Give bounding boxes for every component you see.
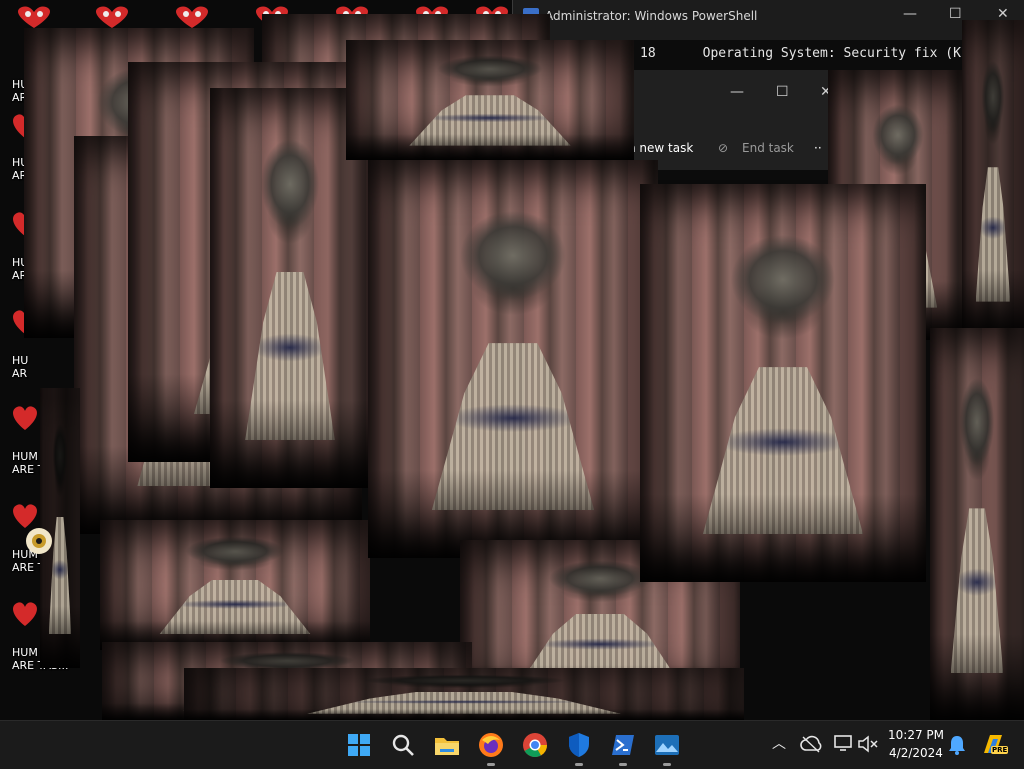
end-task-button[interactable]: End task	[742, 141, 794, 155]
clock[interactable]: 10:27 PM 4/2/2024	[880, 726, 952, 762]
search-button[interactable]	[388, 730, 418, 760]
minimize-button[interactable]: —	[730, 84, 744, 100]
chrome-icon	[523, 733, 547, 758]
powershell-icon	[612, 735, 634, 755]
file-explorer-button[interactable]	[432, 730, 462, 760]
horror-image-tile	[640, 184, 926, 582]
clock-time: 10:27 PM	[888, 728, 944, 742]
heart-icon	[13, 602, 37, 626]
minimize-button[interactable]: —	[903, 6, 917, 22]
windows-security-icon	[569, 733, 589, 757]
heart-icon	[96, 6, 128, 28]
notification-bell-icon[interactable]	[948, 735, 966, 755]
maximize-button[interactable]: ☐	[949, 6, 962, 22]
volume-muted-icon[interactable]	[858, 735, 878, 753]
heart-icon	[13, 406, 37, 430]
horror-image-tile	[346, 40, 634, 160]
taskbar: ︿ 10:27 PM 4/2/2024 PRE	[0, 720, 1024, 769]
console-output-line: 18 Operating System: Security fix (K	[640, 46, 961, 61]
windows-start-icon	[348, 734, 370, 756]
search-icon	[392, 734, 414, 756]
powershell-taskbar-button[interactable]	[608, 730, 638, 766]
heart-icon	[18, 6, 50, 28]
photos-icon	[655, 735, 679, 755]
clock-date: 4/2/2024	[889, 746, 943, 760]
windows-start-button[interactable]	[344, 730, 374, 760]
firefox-button[interactable]	[476, 730, 506, 766]
horror-image-tile	[930, 328, 1024, 720]
horror-image-tile	[100, 520, 370, 650]
file-explorer-icon	[435, 738, 459, 755]
desktop: HU AR HU AR HU AR HU AR HUM ARE T HUM ARE T HU…	[0, 0, 1024, 720]
eye-icon	[26, 528, 52, 554]
copilot-button[interactable]: PRE	[980, 731, 1009, 757]
horror-image-tile	[962, 20, 1024, 340]
heart-icon	[176, 6, 208, 28]
photos-button[interactable]	[652, 730, 682, 766]
end-task-icon: ⊘	[718, 141, 729, 155]
more-options-button[interactable]: ··	[814, 141, 822, 155]
chrome-button[interactable]	[520, 730, 550, 760]
network-icon[interactable]	[834, 735, 854, 753]
run-new-task-button[interactable]: n new task	[628, 141, 693, 155]
powershell-window[interactable]: Administrator: Windows PowerShell — ☐ ✕	[512, 0, 1024, 40]
horror-image-tile	[184, 668, 744, 720]
weather-cloud-icon[interactable]	[800, 735, 822, 753]
pre-badge: PRE	[991, 746, 1009, 754]
firefox-icon	[479, 733, 503, 757]
windows-security-button[interactable]	[564, 730, 594, 766]
horror-image-tile	[368, 160, 658, 558]
task-manager-window[interactable]: — ☐ ✕ n new task ⊘ End task ··	[600, 70, 860, 170]
maximize-button[interactable]: ☐	[776, 84, 789, 100]
chevron-up-icon[interactable]: ︿	[772, 733, 786, 753]
window-title: Administrator: Windows PowerShell	[545, 9, 758, 23]
